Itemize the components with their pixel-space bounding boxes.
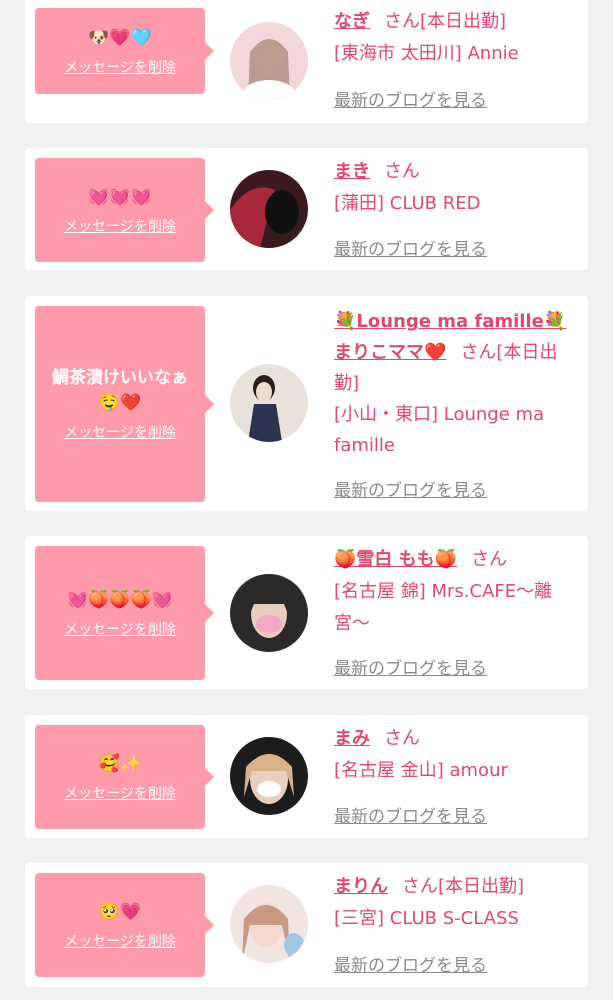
profile-name-link[interactable]: 🍑雪白 もも🍑 xyxy=(334,549,457,570)
profile-info: なぎ さん[本日出勤] [東海市 太田川] Annie xyxy=(334,6,578,70)
delete-message-link[interactable]: メッセージを削除 xyxy=(64,783,176,803)
shop-info: [名古屋 錦] Mrs.CAFE〜離宮〜 xyxy=(334,581,553,634)
list-item: 🥰✨ メッセージを削除 まみ さん [名古屋 金山] amour 最新のブログを見… xyxy=(25,715,588,838)
honorific: さん xyxy=(402,876,438,897)
shop-info: [三宮] CLUB S-CLASS xyxy=(334,908,519,929)
list-item: 💓🍑🍑🍑💓 メッセージを削除 🍑雪白 もも🍑 さん [名古屋 錦] Mrs.CAF… xyxy=(25,536,588,689)
honorific: さん xyxy=(384,161,420,182)
avatar[interactable] xyxy=(230,170,308,248)
attendance-status: [本日出勤] xyxy=(420,11,507,32)
view-blog-link[interactable]: 最新のブログを見る xyxy=(334,654,487,679)
profile-info: まき さん [蒲田] CLUB RED xyxy=(334,156,578,220)
avatar-image xyxy=(230,170,308,248)
shop-info: [東海市 太田川] Annie xyxy=(334,43,519,64)
profile-info: まりん さん[本日出勤] [三宮] CLUB S-CLASS xyxy=(334,871,578,935)
profile-name-link[interactable]: なぎ xyxy=(334,11,370,32)
avatar-image xyxy=(230,737,308,815)
shop-info: [名古屋 金山] amour xyxy=(334,760,508,781)
avatar-image xyxy=(230,364,308,442)
avatar-image xyxy=(230,885,308,963)
message-bubble: 🥰✨ メッセージを削除 xyxy=(35,725,214,829)
avatar-image xyxy=(230,574,308,652)
message-bubble: 🐶💗🩵 メッセージを削除 xyxy=(35,8,214,94)
avatar[interactable] xyxy=(230,22,308,100)
view-blog-link[interactable]: 最新のブログを見る xyxy=(334,476,487,501)
message-bubble: 鯛茶漬けいいなぁ 🤤❤️ メッセージを削除 xyxy=(35,306,214,502)
delete-message-link[interactable]: メッセージを削除 xyxy=(64,931,176,951)
honorific: さん xyxy=(384,728,420,749)
honorific: さん xyxy=(384,11,420,32)
honorific: さん xyxy=(460,342,497,363)
view-blog-link[interactable]: 最新のブログを見る xyxy=(334,802,487,827)
avatar-image xyxy=(230,22,308,100)
message-bubble: 💓💓💓 メッセージを削除 xyxy=(35,158,214,262)
profile-name-prefix[interactable]: 💐Lounge ma famille💐 xyxy=(334,311,566,332)
delete-message-link[interactable]: メッセージを削除 xyxy=(64,619,176,639)
profile-name-link[interactable]: まりこママ❤️ xyxy=(334,342,446,363)
message-bubble: 💓🍑🍑🍑💓 メッセージを削除 xyxy=(35,546,214,680)
avatar[interactable] xyxy=(230,737,308,815)
delete-message-link[interactable]: メッセージを削除 xyxy=(64,422,176,442)
message-text: 🐶💗🩵 xyxy=(88,27,152,48)
profile-info: 💐Lounge ma famille💐 まりこママ❤️ さん[本日出勤] [小山・… xyxy=(334,306,578,461)
message-text: 💓🍑🍑🍑💓 xyxy=(67,589,173,610)
view-blog-link[interactable]: 最新のブログを見る xyxy=(334,951,487,976)
list-item: 💓💓💓 メッセージを削除 まき さん [蒲田] CLUB RED 最新のブログを見… xyxy=(25,148,588,270)
delete-message-link[interactable]: メッセージを削除 xyxy=(64,57,176,77)
message-text: 🥰✨ xyxy=(98,753,142,774)
list-item: 鯛茶漬けいいなぁ 🤤❤️ メッセージを削除 💐Lounge ma famille… xyxy=(25,296,588,511)
avatar[interactable] xyxy=(230,574,308,652)
message-text: 🥺💗 xyxy=(98,901,142,922)
profile-name-link[interactable]: まみ xyxy=(334,728,370,749)
honorific: さん xyxy=(471,549,508,570)
shop-info: [小山・東口] Lounge ma famille xyxy=(334,404,545,456)
list-item: 🥺💗 メッセージを削除 まりん さん[本日出勤] [三宮] CLUB S-CLAS… xyxy=(25,863,588,987)
profile-info: まみ さん [名古屋 金山] amour xyxy=(334,723,578,787)
message-list: 🐶💗🩵 メッセージを削除 なぎ さん[本日出勤] [東海市 太田川] Annie … xyxy=(0,0,613,1000)
profile-name-link[interactable]: まき xyxy=(334,161,370,182)
profile-info: 🍑雪白 もも🍑 さん [名古屋 錦] Mrs.CAFE〜離宮〜 xyxy=(334,544,578,640)
list-item: 🐶💗🩵 メッセージを削除 なぎ さん[本日出勤] [東海市 太田川] Annie … xyxy=(25,0,588,123)
avatar[interactable] xyxy=(230,364,308,442)
profile-name-link[interactable]: まりん xyxy=(334,876,388,897)
message-text: 💓💓💓 xyxy=(88,186,152,207)
avatar[interactable] xyxy=(230,885,308,963)
message-bubble: 🥺💗 メッセージを削除 xyxy=(35,873,214,977)
view-blog-link[interactable]: 最新のブログを見る xyxy=(334,86,487,111)
shop-info: [蒲田] CLUB RED xyxy=(334,193,481,214)
attendance-status: [本日出勤] xyxy=(438,876,525,897)
delete-message-link[interactable]: メッセージを削除 xyxy=(64,216,176,236)
message-text: 鯛茶漬けいいなぁ 🤤❤️ xyxy=(52,368,188,413)
view-blog-link[interactable]: 最新のブログを見る xyxy=(334,235,487,260)
